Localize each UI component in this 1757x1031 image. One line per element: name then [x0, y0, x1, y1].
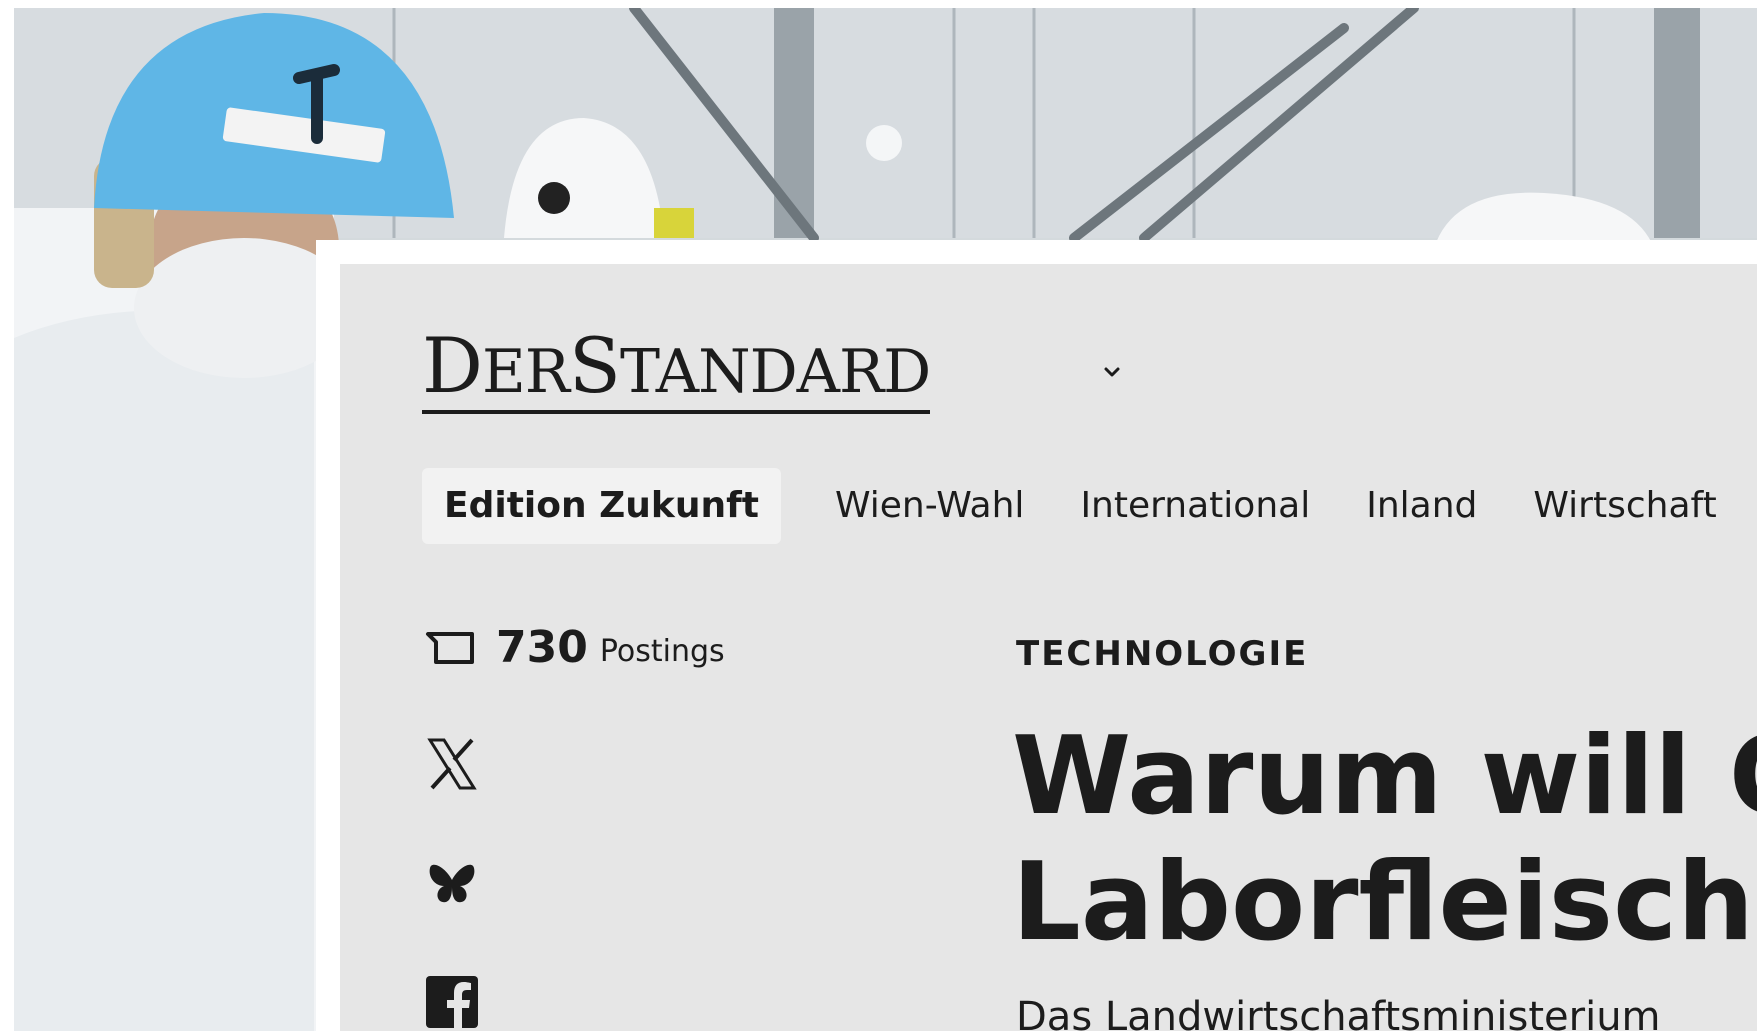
nav-item-edition-zukunft[interactable]: Edition Zukunft: [422, 468, 781, 544]
site-logo[interactable]: DERSTANDARD: [422, 328, 931, 414]
headline-line-2: Laborfleisch ve: [1012, 840, 1754, 965]
bluesky-icon[interactable]: [424, 856, 480, 912]
facebook-icon[interactable]: [424, 974, 480, 1030]
chevron-down-icon[interactable]: [1100, 360, 1124, 384]
article-page: DERSTANDARD Edition Zukunft Wien-Wahl In…: [340, 264, 1757, 1031]
page: DERSTANDARD Edition Zukunft Wien-Wahl In…: [0, 0, 1757, 1031]
nav-item-wien-wahl[interactable]: Wien-Wahl: [807, 468, 1052, 544]
nav-item-wirtschaft[interactable]: Wirtschaft: [1505, 468, 1744, 544]
nav-item-international[interactable]: International: [1052, 468, 1338, 544]
x-icon[interactable]: [424, 736, 480, 792]
article-kicker[interactable]: TECHNOLOGIE: [1016, 634, 1308, 674]
headline-line-1: Warum will Öst: [1012, 714, 1757, 839]
article-screenshot-card: DERSTANDARD Edition Zukunft Wien-Wahl In…: [316, 240, 1757, 1031]
nav-item-inland[interactable]: Inland: [1338, 468, 1505, 544]
article-lead: Das Landwirtschaftsministerium: [1016, 994, 1661, 1031]
main-navigation: Edition Zukunft Wien-Wahl International …: [422, 468, 1757, 544]
postings-label: Postings: [599, 634, 725, 669]
comment-icon: [426, 631, 474, 664]
postings-link[interactable]: 730 Postings: [424, 622, 725, 673]
postings-count: 730: [496, 622, 588, 673]
nav-item-truncated[interactable]: W: [1745, 468, 1757, 544]
article-headline: Warum will Öst Laborfleisch ve: [1012, 714, 1757, 966]
